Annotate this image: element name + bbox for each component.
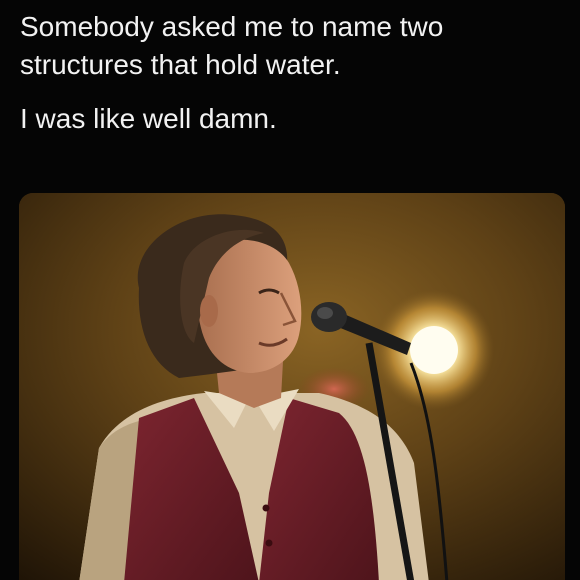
caption-line-1: Somebody asked me to name two structures…	[20, 11, 444, 80]
caption-line-2: I was like well damn.	[20, 103, 277, 134]
post-caption: Somebody asked me to name two structures…	[20, 8, 565, 138]
meme-post: Somebody asked me to name two structures…	[0, 0, 580, 580]
spotlight-core	[410, 326, 458, 374]
post-image[interactable]	[19, 193, 565, 580]
vest-button	[265, 539, 273, 547]
ear	[200, 295, 218, 327]
mic-highlight	[317, 307, 333, 319]
stage-photo-illustration	[19, 193, 565, 580]
vest-button	[262, 504, 270, 512]
